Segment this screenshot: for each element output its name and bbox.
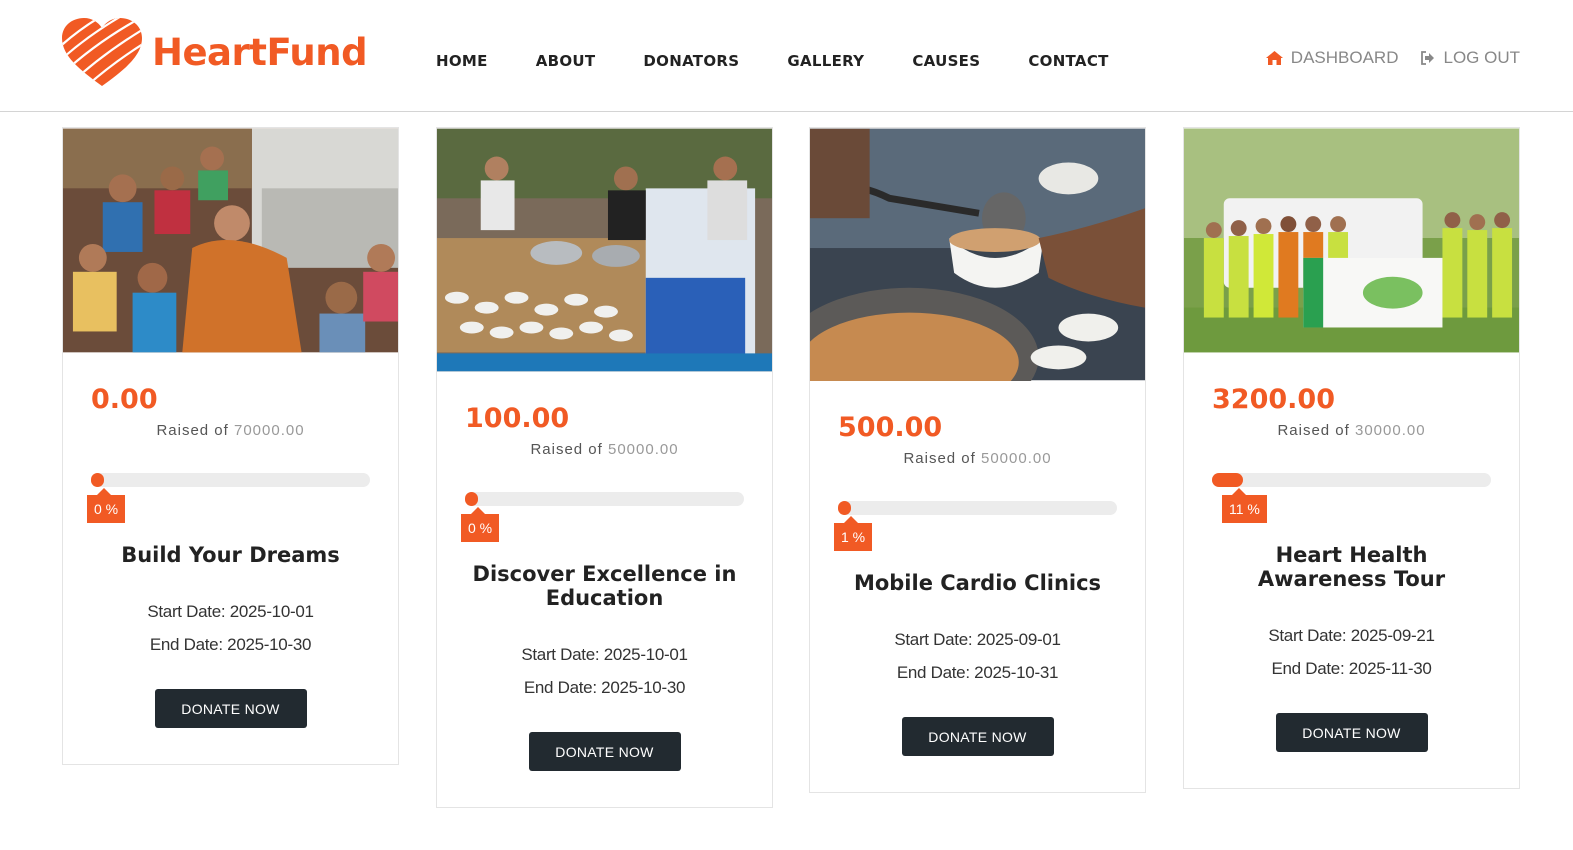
dashboard-link[interactable]: DASHBOARD [1265, 48, 1399, 68]
cause-title[interactable]: Heart Health Awareness Tour [1212, 543, 1491, 591]
goal-amount: 30000.00 [1354, 422, 1426, 439]
end-date: End Date: 2025-10-31 [896, 663, 1059, 682]
nav-causes[interactable]: CAUSES [912, 52, 980, 70]
cause-card: 500.00 Raised of 50000.00 1 % Mobile Car… [809, 127, 1146, 793]
raised-line: Raised of 30000.00 [1212, 422, 1491, 439]
start-date: Start Date: 2025-10-01 [147, 602, 314, 621]
percent-badge: 0 % [461, 507, 500, 542]
sign-out-icon [1421, 51, 1435, 65]
site-header: HeartFund HOME ABOUT DONATORS GALLERY CA… [0, 0, 1573, 112]
progress-bar: 11 % [1212, 473, 1491, 523]
raised-amount: 3200.00 [1212, 384, 1335, 415]
progress-fill [465, 492, 478, 506]
nav-contact[interactable]: CONTACT [1028, 52, 1108, 70]
cause-image[interactable] [437, 128, 772, 372]
nav-donators[interactable]: DONATORS [643, 52, 739, 70]
nav-home[interactable]: HOME [436, 52, 488, 70]
end-date: End Date: 2025-11-30 [1271, 659, 1432, 678]
donate-now-button[interactable]: DONATE NOW [154, 689, 307, 728]
goal-amount: 50000.00 [980, 450, 1052, 467]
percent-badge: 0 % [87, 488, 126, 523]
start-date: Start Date: 2025-09-21 [1268, 626, 1435, 645]
start-date: Start Date: 2025-10-01 [521, 645, 688, 664]
cause-card-body: 3200.00 Raised of 30000.00 11 % Heart He… [1184, 385, 1519, 752]
raised-amount: 500.00 [838, 412, 943, 443]
raised-amount: 0.00 [91, 384, 158, 415]
cause-dates: Start Date: 2025-10-01 End Date: 2025-10… [465, 638, 744, 704]
heart-logo-icon [62, 18, 142, 86]
progress-bar: 0 % [461, 492, 744, 542]
home-icon [1265, 51, 1283, 65]
percent-badge: 1 % [834, 516, 873, 551]
donate-now-button[interactable]: DONATE NOW [528, 732, 681, 771]
user-links: DASHBOARD LOG OUT [1244, 48, 1520, 68]
progress-bar: 0 % [87, 473, 370, 523]
nav-about[interactable]: ABOUT [536, 52, 596, 70]
cause-title[interactable]: Discover Excellence in Education [465, 562, 744, 610]
cause-image[interactable] [810, 128, 1145, 381]
cause-card-body: 0.00 Raised of 70000.00 0 % Build Your D… [63, 385, 398, 728]
raised-line: Raised of 50000.00 [465, 441, 744, 458]
cause-card: 100.00 Raised of 50000.00 0 % Discover E… [436, 127, 773, 808]
raised-line: Raised of 50000.00 [838, 450, 1117, 467]
end-date: End Date: 2025-10-30 [149, 635, 312, 654]
dashboard-label: DASHBOARD [1290, 48, 1399, 67]
start-date: Start Date: 2025-09-01 [894, 630, 1061, 649]
brand-name: HeartFund [152, 30, 368, 74]
progress-fill [91, 473, 104, 487]
cause-dates: Start Date: 2025-09-21 End Date: 2025-11… [1212, 619, 1491, 685]
cause-image[interactable] [63, 128, 398, 353]
main-nav: HOME ABOUT DONATORS GALLERY CAUSES CONTA… [436, 52, 1157, 70]
raised-prefix: Raised of [530, 441, 603, 458]
raised-amount: 100.00 [465, 403, 570, 434]
raised-line: Raised of 70000.00 [91, 422, 370, 439]
raised-prefix: Raised of [903, 450, 976, 467]
logout-label: LOG OUT [1443, 48, 1520, 67]
raised-prefix: Raised of [156, 422, 229, 439]
progress-bar: 1 % [834, 501, 1117, 551]
cause-image[interactable] [1184, 128, 1519, 353]
cause-card-body: 500.00 Raised of 50000.00 1 % Mobile Car… [810, 413, 1145, 756]
cause-card: 0.00 Raised of 70000.00 0 % Build Your D… [62, 127, 399, 765]
end-date: End Date: 2025-10-30 [523, 678, 686, 697]
cause-title[interactable]: Mobile Cardio Clinics [838, 571, 1117, 595]
progress-fill [838, 501, 851, 515]
cause-title[interactable]: Build Your Dreams [91, 543, 370, 567]
cause-card: 3200.00 Raised of 30000.00 11 % Heart He… [1183, 127, 1520, 789]
cause-dates: Start Date: 2025-10-01 End Date: 2025-10… [91, 595, 370, 661]
logout-link[interactable]: LOG OUT [1420, 48, 1520, 68]
cause-card-body: 100.00 Raised of 50000.00 0 % Discover E… [437, 404, 772, 771]
donate-now-button[interactable]: DONATE NOW [901, 717, 1054, 756]
goal-amount: 50000.00 [607, 441, 679, 458]
goal-amount: 70000.00 [233, 422, 305, 439]
cause-dates: Start Date: 2025-09-01 End Date: 2025-10… [838, 623, 1117, 689]
donate-now-button[interactable]: DONATE NOW [1275, 713, 1428, 752]
raised-prefix: Raised of [1277, 422, 1350, 439]
brand-logo[interactable]: HeartFund [60, 16, 368, 88]
progress-fill [1212, 473, 1243, 487]
percent-badge: 11 % [1222, 488, 1267, 523]
nav-gallery[interactable]: GALLERY [787, 52, 864, 70]
